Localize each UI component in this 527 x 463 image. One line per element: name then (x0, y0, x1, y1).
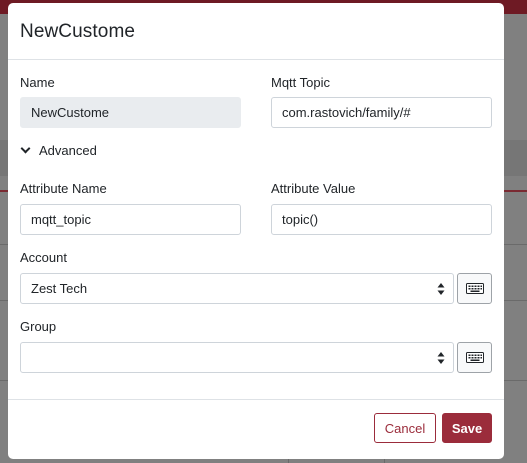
dialog-footer: Cancel Save (8, 399, 504, 459)
account-select[interactable]: Zest Tech (20, 273, 454, 304)
mqtt-topic-label: Mqtt Topic (271, 75, 331, 90)
account-keyboard-button[interactable] (457, 273, 492, 304)
select-arrows-icon (437, 283, 445, 295)
attribute-name-field[interactable] (20, 204, 241, 235)
advanced-toggle[interactable]: Advanced (20, 143, 97, 158)
edit-dialog: NewCustome Name Mqtt Topic Advanced Attr… (8, 3, 504, 459)
chevron-down-icon (20, 143, 31, 154)
cancel-button[interactable]: Cancel (374, 413, 436, 443)
dialog-header: NewCustome (8, 3, 504, 60)
keyboard-icon (465, 352, 484, 363)
keyboard-icon (465, 283, 484, 294)
group-keyboard-button[interactable] (457, 342, 492, 373)
name-label: Name (20, 75, 55, 90)
group-select[interactable] (20, 342, 454, 373)
account-selected-value: Zest Tech (31, 281, 88, 296)
save-button[interactable]: Save (442, 413, 492, 443)
attribute-value-label: Attribute Value (271, 181, 356, 196)
account-label: Account (20, 250, 67, 265)
attribute-name-label: Attribute Name (20, 181, 107, 196)
mqtt-topic-field[interactable] (271, 97, 492, 128)
name-field[interactable] (20, 97, 241, 128)
attribute-value-field[interactable] (271, 204, 492, 235)
select-arrows-icon (437, 352, 445, 364)
advanced-label: Advanced (39, 143, 97, 158)
group-label: Group (20, 319, 57, 334)
dialog-title: NewCustome (20, 21, 136, 42)
